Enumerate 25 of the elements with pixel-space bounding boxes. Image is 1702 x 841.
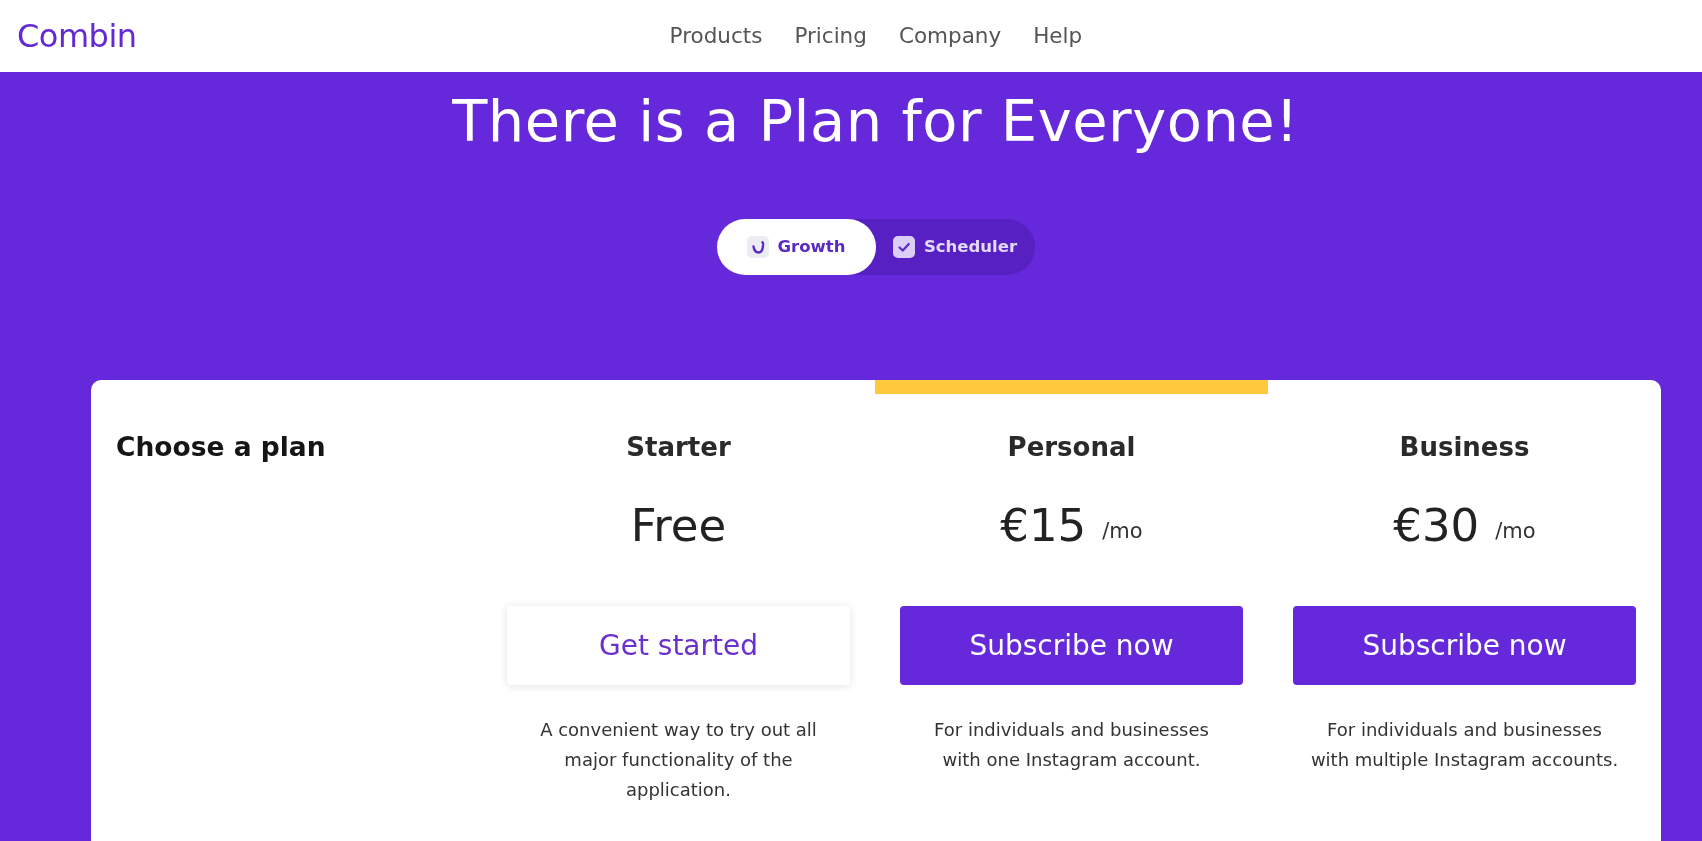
product-tab[interactable]: Scheduler [875,219,1035,275]
plan-description: A convenient way to try out all major functionality of the application. [539,718,818,802]
smile-icon [746,236,769,258]
checkbox-icon [892,236,915,258]
get-started-button[interactable]: Get started [507,606,850,685]
plan-name: Starter [626,431,731,464]
plan-description: For individuals and businesses with multiple Instagram accounts. [1309,718,1620,772]
plan-price: Free [630,498,727,554]
plan-description: For individuals and businesses with one Instagram account. [933,718,1210,772]
price-period: /mo [1495,518,1536,546]
nav-link[interactable]: Company [898,19,1002,53]
price-period: /mo [1102,518,1143,546]
page-title: There is a Plan for Everyone! [452,87,1299,157]
logo[interactable]: Combin [0,20,137,52]
product-tab[interactable]: Growth [716,219,876,275]
plan-price: €30 [1393,498,1480,554]
plan-name: Business [1399,431,1530,464]
plan-price: €15 [1000,498,1087,554]
nav-link[interactable]: Products [669,19,763,53]
section-heading: Choose a plan [116,430,327,464]
plan-name: Personal [1007,431,1136,464]
subscribe-button[interactable]: Subscribe now [1293,606,1636,685]
nav-link[interactable]: Pricing [794,19,867,53]
nav-link[interactable]: Help [1033,19,1083,53]
subscribe-button[interactable]: Subscribe now [900,606,1243,685]
